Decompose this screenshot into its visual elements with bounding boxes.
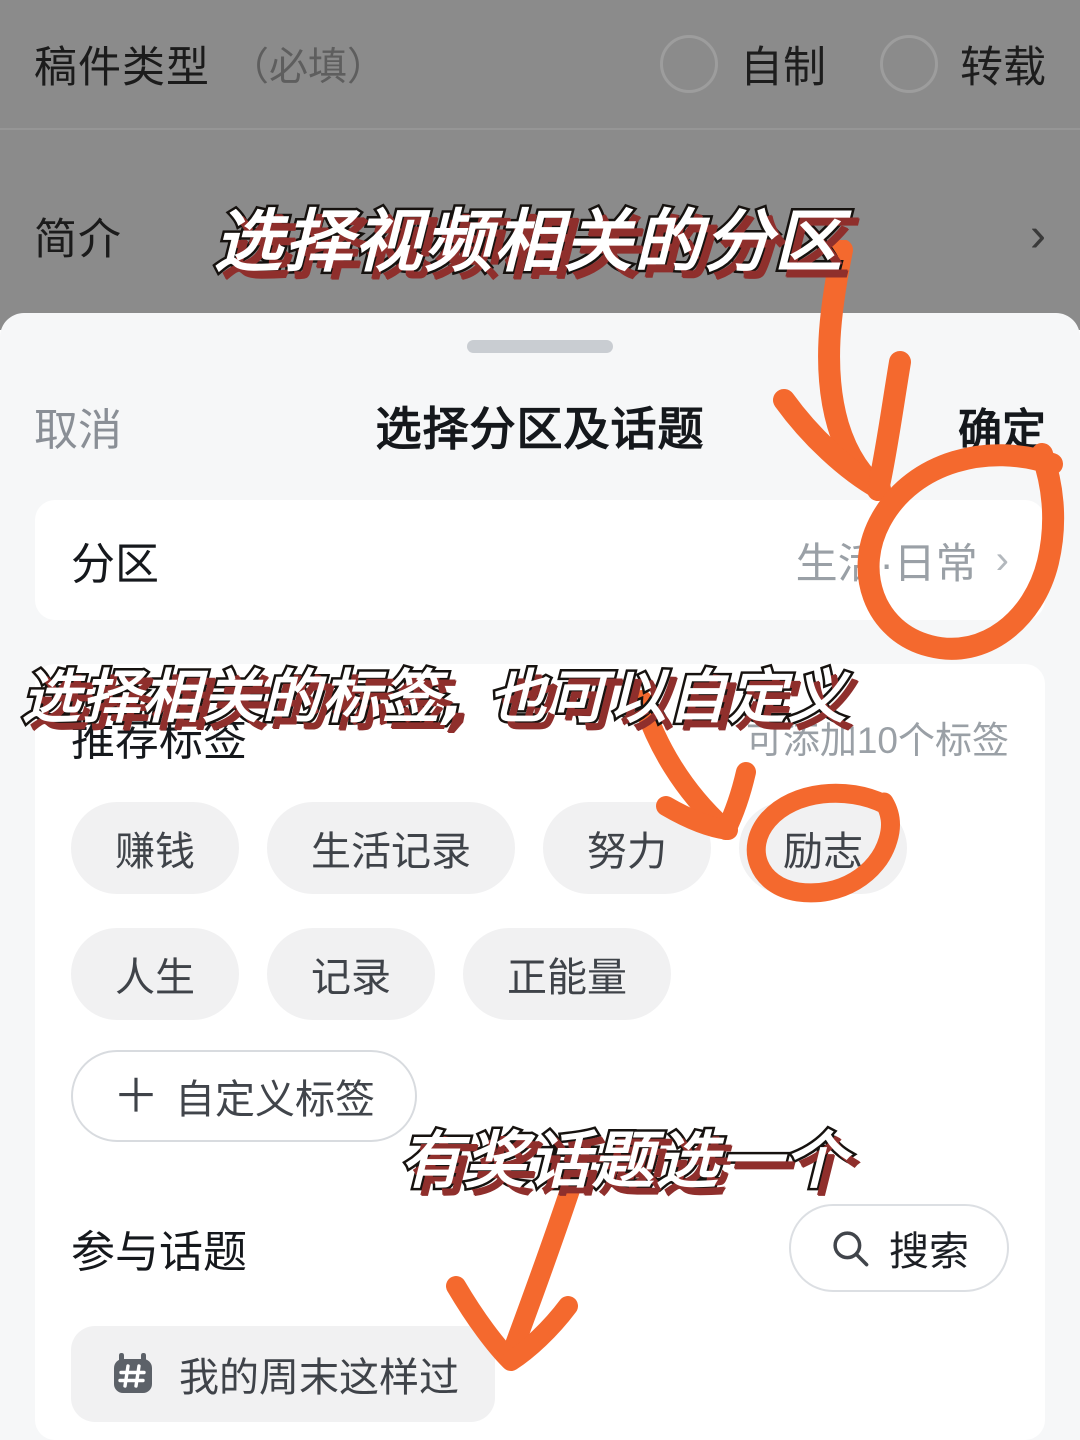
chevron-right-icon: ›: [1030, 209, 1046, 262]
radio-option-original-label: 自制: [740, 44, 826, 92]
submission-type-label: 稿件类型: [34, 44, 210, 92]
description-label: 简介: [34, 216, 122, 264]
partition-row[interactable]: 分区 生活·日常 ›: [35, 500, 1045, 620]
radio-option-repost[interactable]: 转载: [880, 33, 1046, 95]
annotation-select-tags: 选择相关的标签, 也可以自定义: [19, 661, 849, 734]
plus-icon: ＋: [113, 1070, 159, 1122]
topic-chip[interactable]: 我的周末这样过: [71, 1326, 495, 1422]
partition-label: 分区: [71, 540, 159, 589]
hashtag-icon: [107, 1348, 159, 1400]
app-screenshot: 稿件类型 （必填） 自制 转载 简介 › 取消 选择分区及话题 确定 分区 生活…: [0, 0, 1080, 1440]
sheet-title: 选择分区及话题: [375, 403, 705, 455]
topics-title: 参与话题: [71, 1228, 247, 1277]
annotation-select-topic: 有奖话题选一个: [397, 1122, 849, 1200]
sheet-header: 取消 选择分区及话题 确定: [0, 382, 1080, 470]
radio-circle-icon: [880, 35, 938, 93]
topic-chip-label: 我的周末这样过: [179, 1356, 459, 1400]
search-button[interactable]: 搜索: [789, 1204, 1009, 1292]
tag-chip[interactable]: 记录: [267, 928, 435, 1020]
tag-chip[interactable]: 生活记录: [267, 802, 515, 894]
tag-chip[interactable]: 励志: [739, 802, 907, 894]
tags-and-topics-card: 推荐标签 可添加10个标签 赚钱 生活记录 努力 励志 人生 记录 正能量 ＋ …: [35, 664, 1045, 1440]
radio-circle-icon: [660, 35, 718, 93]
radio-option-repost-label: 转载: [960, 44, 1046, 92]
search-label: 搜索: [889, 1230, 969, 1274]
submission-type-row[interactable]: 稿件类型 （必填） 自制 转载: [0, 0, 1080, 128]
tag-chip[interactable]: 努力: [543, 802, 711, 894]
annotation-select-partition: 选择视频相关的分区: [211, 201, 845, 285]
tag-row-2: 人生 记录 正能量: [71, 928, 1009, 1020]
form-divider: [0, 128, 1080, 130]
partition-card[interactable]: 分区 生活·日常 ›: [35, 500, 1045, 620]
partition-value: 生活·日常: [795, 539, 978, 587]
custom-tag-button[interactable]: ＋ 自定义标签: [71, 1050, 417, 1142]
tag-chip[interactable]: 人生: [71, 928, 239, 1020]
custom-tag-label: 自定义标签: [175, 1078, 375, 1122]
search-icon: [829, 1227, 871, 1269]
radio-option-original[interactable]: 自制: [660, 33, 826, 95]
tag-chip[interactable]: 赚钱: [71, 802, 239, 894]
topics-header: 参与话题 搜索: [71, 1200, 1009, 1296]
sheet-drag-handle[interactable]: [467, 340, 613, 353]
chevron-right-icon: ›: [995, 538, 1009, 582]
tag-row-1: 赚钱 生活记录 努力 励志: [71, 802, 1009, 894]
submission-type-options: 自制 转载: [660, 33, 1046, 95]
tag-chip[interactable]: 正能量: [463, 928, 671, 1020]
submission-type-required-hint: （必填）: [230, 46, 387, 89]
